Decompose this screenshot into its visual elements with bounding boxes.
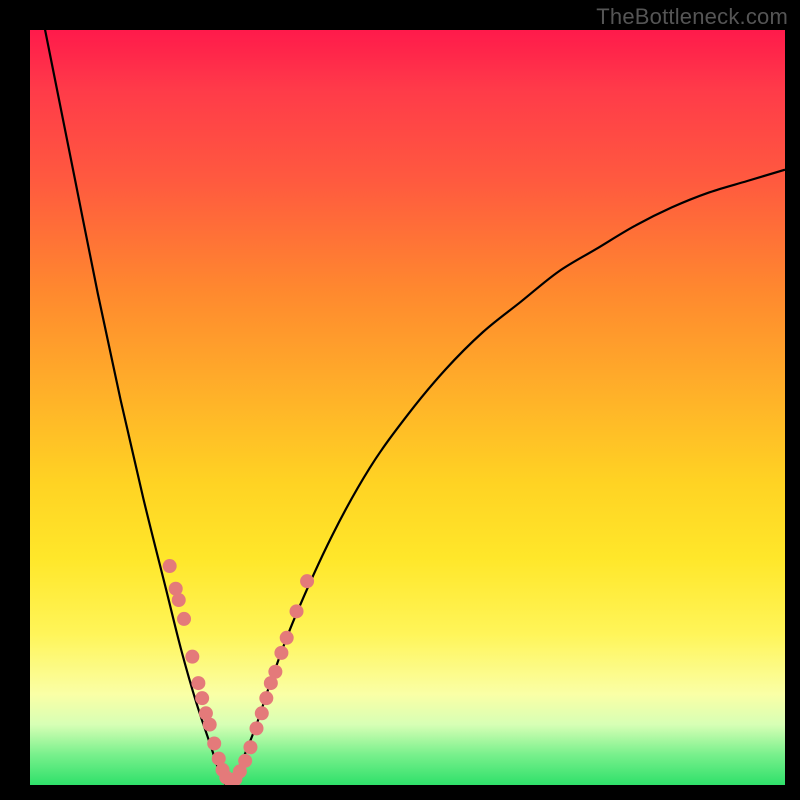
data-marker: [300, 574, 314, 588]
watermark-text: TheBottleneck.com: [596, 4, 788, 30]
data-marker: [185, 650, 199, 664]
data-marker: [238, 754, 252, 768]
data-marker: [290, 604, 304, 618]
data-markers: [163, 559, 314, 785]
bottleneck-curve: [30, 30, 785, 785]
data-marker: [243, 740, 257, 754]
data-marker: [255, 706, 269, 720]
data-marker: [268, 665, 282, 679]
data-marker: [177, 612, 191, 626]
data-marker: [280, 631, 294, 645]
data-marker: [274, 646, 288, 660]
data-marker: [203, 718, 217, 732]
data-marker: [259, 691, 273, 705]
data-marker: [207, 736, 221, 750]
chart-svg: [30, 30, 785, 785]
data-marker: [191, 676, 205, 690]
data-marker: [250, 721, 264, 735]
chart-frame: TheBottleneck.com: [0, 0, 800, 800]
data-marker: [172, 593, 186, 607]
data-marker: [163, 559, 177, 573]
plot-area: [30, 30, 785, 785]
data-marker: [195, 691, 209, 705]
